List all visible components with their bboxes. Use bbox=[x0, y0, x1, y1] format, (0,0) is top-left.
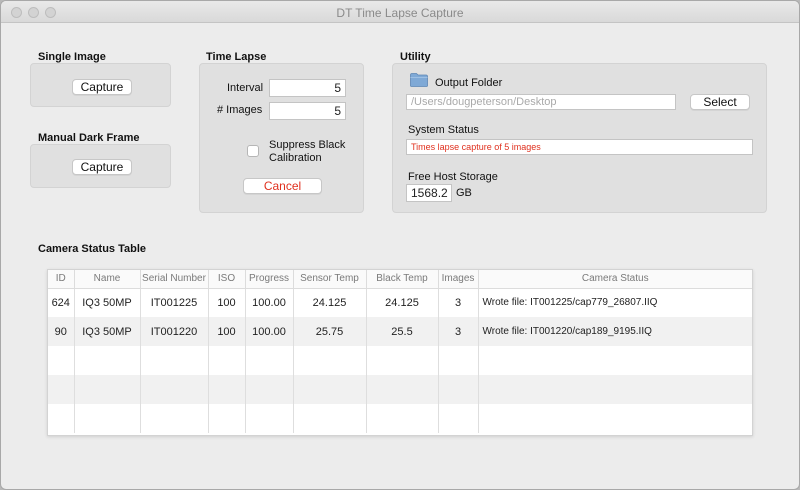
suppress-black-checkbox[interactable] bbox=[247, 145, 259, 157]
select-folder-button[interactable]: Select bbox=[690, 94, 750, 110]
free-storage-label: Free Host Storage bbox=[408, 171, 498, 183]
title-bar: DT Time Lapse Capture bbox=[1, 1, 799, 23]
cell-camera-status: Wrote file: IT001225/cap779_26807.IIQ bbox=[478, 288, 752, 317]
column-header-iso[interactable]: ISO bbox=[208, 270, 246, 289]
single-capture-button[interactable]: Capture bbox=[72, 79, 132, 95]
cell-id: 90 bbox=[48, 317, 75, 346]
time-lapse-heading: Time Lapse bbox=[206, 51, 267, 63]
images-input[interactable]: 5 bbox=[269, 102, 346, 120]
camera-status-table[interactable]: ID Name Serial Number ISO Progress Senso… bbox=[47, 269, 753, 436]
cell-images: 3 bbox=[438, 317, 479, 346]
cell-sensor-temp: 24.125 bbox=[293, 288, 367, 317]
interval-input[interactable]: 5 bbox=[269, 79, 346, 97]
utility-panel: Output Folder /Users/dougpeterson/Deskto… bbox=[392, 63, 767, 213]
free-storage-value: 1568.2 bbox=[406, 184, 452, 202]
cell-iso: 100 bbox=[208, 317, 246, 346]
cell-camera-status: Wrote file: IT001220/cap189_9195.IIQ bbox=[478, 317, 752, 346]
system-status-field: Times lapse capture of 5 images bbox=[406, 139, 753, 155]
output-folder-label: Output Folder bbox=[435, 77, 503, 89]
cell-iso: 100 bbox=[208, 288, 246, 317]
cell-images: 3 bbox=[438, 288, 479, 317]
cancel-button[interactable]: Cancel bbox=[243, 178, 322, 194]
table-header-row: ID Name Serial Number ISO Progress Senso… bbox=[48, 270, 752, 289]
suppress-black-label-line1: Suppress Black bbox=[269, 139, 346, 151]
camera-table-heading: Camera Status Table bbox=[38, 243, 147, 255]
dark-frame-heading: Manual Dark Frame bbox=[38, 132, 140, 144]
column-header-black-temp[interactable]: Black Temp bbox=[366, 270, 439, 289]
system-status-label: System Status bbox=[408, 124, 479, 136]
column-header-progress[interactable]: Progress bbox=[245, 270, 294, 289]
folder-icon[interactable] bbox=[410, 73, 428, 87]
column-header-images[interactable]: Images bbox=[438, 270, 479, 289]
column-header-serial[interactable]: Serial Number bbox=[140, 270, 209, 289]
cell-name: IQ3 50MP bbox=[74, 317, 141, 346]
suppress-black-label: Suppress Black Calibration bbox=[269, 139, 345, 165]
utility-heading: Utility bbox=[400, 51, 431, 63]
dark-frame-panel: Capture bbox=[30, 144, 171, 188]
cell-serial: IT001225 bbox=[140, 288, 209, 317]
cell-progress: 100.00 bbox=[245, 317, 294, 346]
column-header-sensor-temp[interactable]: Sensor Temp bbox=[293, 270, 367, 289]
cell-progress: 100.00 bbox=[245, 288, 294, 317]
dark-frame-capture-button[interactable]: Capture bbox=[72, 159, 132, 175]
table-row[interactable]: 624 IQ3 50MP IT001225 100 100.00 24.125 … bbox=[48, 288, 752, 317]
images-label: # Images bbox=[217, 104, 263, 116]
cell-id: 624 bbox=[48, 288, 75, 317]
single-image-panel: Capture bbox=[30, 63, 171, 107]
output-folder-input[interactable]: /Users/dougpeterson/Desktop bbox=[406, 94, 676, 110]
free-storage-unit: GB bbox=[456, 187, 472, 199]
empty-table-row[interactable] bbox=[48, 346, 752, 375]
suppress-black-label-line2: Calibration bbox=[269, 152, 322, 164]
interval-label: Interval bbox=[227, 82, 264, 94]
cell-name: IQ3 50MP bbox=[74, 288, 141, 317]
cell-serial: IT001220 bbox=[140, 317, 209, 346]
column-header-id[interactable]: ID bbox=[48, 270, 75, 289]
cell-black-temp: 25.5 bbox=[366, 317, 439, 346]
column-header-camera-status[interactable]: Camera Status bbox=[478, 270, 752, 289]
cell-sensor-temp: 25.75 bbox=[293, 317, 367, 346]
window-title: DT Time Lapse Capture bbox=[336, 6, 464, 20]
empty-table-row[interactable] bbox=[48, 375, 752, 404]
time-lapse-panel: Interval 5 # Images 5 Suppress Black Cal… bbox=[199, 63, 364, 213]
single-image-heading: Single Image bbox=[38, 51, 106, 63]
cell-black-temp: 24.125 bbox=[366, 288, 439, 317]
column-header-name[interactable]: Name bbox=[74, 270, 141, 289]
app-window: DT Time Lapse Capture Single Image Captu… bbox=[0, 0, 800, 490]
empty-table-row[interactable] bbox=[48, 404, 752, 433]
table-row[interactable]: 90 IQ3 50MP IT001220 100 100.00 25.75 25… bbox=[48, 317, 752, 346]
